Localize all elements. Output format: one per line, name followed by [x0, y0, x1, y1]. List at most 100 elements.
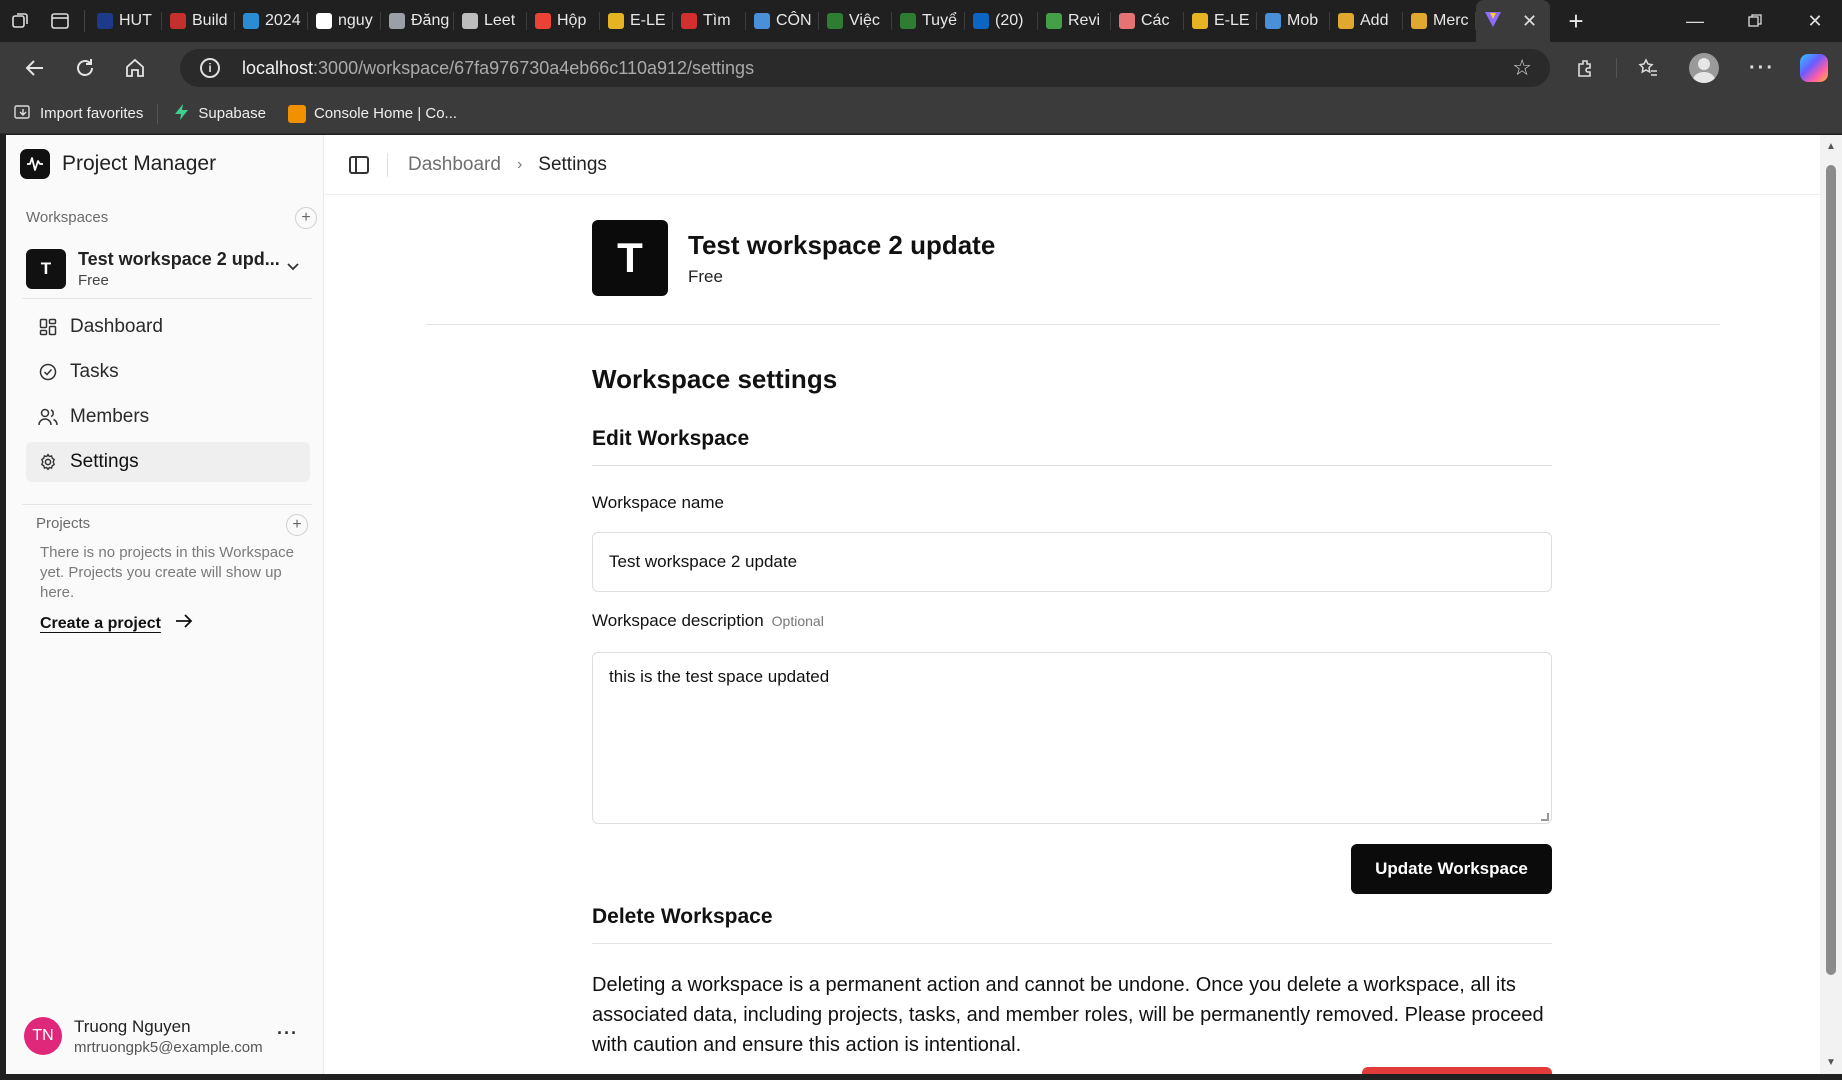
site-info-icon[interactable]: i	[200, 58, 220, 78]
home-icon[interactable]	[110, 46, 160, 90]
minimize-icon[interactable]: —	[1665, 0, 1725, 42]
browser-tab[interactable]: Hộp	[527, 0, 600, 42]
add-project-icon[interactable]: +	[286, 514, 308, 536]
browser-tab[interactable]: Build	[162, 0, 235, 42]
browser-tab[interactable]: (20)	[965, 0, 1038, 42]
page-scrollbar[interactable]: ▲ ▼	[1820, 135, 1842, 1074]
sidebar-item-tasks[interactable]: Tasks	[26, 352, 310, 392]
divider	[592, 465, 1552, 466]
browser-tab[interactable]: HUT	[89, 0, 162, 42]
close-tab-icon[interactable]: ✕	[1522, 11, 1537, 32]
browser-tab[interactable]: Add	[1330, 0, 1403, 42]
tab-label: E-LE	[1214, 12, 1250, 29]
url-text[interactable]: localhost:3000/workspace/67fa976730a4eb6…	[242, 58, 754, 79]
back-icon[interactable]	[10, 46, 60, 90]
favorite-import[interactable]: Import favorites	[14, 103, 143, 125]
address-bar[interactable]: i localhost:3000/workspace/67fa976730a4e…	[180, 49, 1550, 87]
user-card[interactable]: TN Truong Nguyen mrtruongpk5@example.com…	[24, 1011, 314, 1061]
delete-workspace-heading: Delete Workspace	[592, 905, 773, 928]
add-workspace-icon[interactable]: +	[295, 207, 317, 229]
refresh-icon[interactable]	[60, 46, 110, 90]
sidebar-item-members[interactable]: Members	[26, 397, 310, 437]
extensions-icon[interactable]	[1562, 46, 1610, 90]
aws-icon	[287, 104, 306, 123]
toolbar-separator	[1616, 58, 1617, 78]
scroll-down-icon[interactable]: ▼	[1825, 1057, 1837, 1068]
browser-tab[interactable]: Revi	[1038, 0, 1111, 42]
tab-favicon-icon	[608, 13, 624, 29]
delete-workspace-button[interactable]	[1362, 1067, 1552, 1074]
chevron-right-icon: ›	[516, 155, 523, 173]
update-workspace-button[interactable]: Update Workspace	[1351, 844, 1552, 894]
sidebar-item-label: Tasks	[70, 361, 119, 382]
sidebar-item-settings[interactable]: Settings	[26, 442, 310, 482]
tab-separator	[84, 10, 85, 32]
tab-favicon-icon	[1046, 13, 1062, 29]
create-project-link[interactable]: Create a project	[40, 614, 193, 633]
create-project-label: Create a project	[40, 614, 161, 632]
tab-label: Revi	[1068, 12, 1101, 29]
breadcrumb-dashboard[interactable]: Dashboard	[408, 154, 501, 176]
scrollbar-thumb[interactable]	[1826, 165, 1836, 975]
browser-tab[interactable]: Việc	[819, 0, 892, 42]
browser-tab[interactable]: Mob	[1257, 0, 1330, 42]
browser-tab[interactable]: nguy	[308, 0, 381, 42]
close-window-icon[interactable]: ✕	[1785, 0, 1842, 42]
browser-tab[interactable]: E-LE	[600, 0, 673, 42]
browser-tab[interactable]: Leet	[454, 0, 527, 42]
browser-tab[interactable]: Các	[1111, 0, 1184, 42]
restore-icon[interactable]	[1725, 0, 1785, 42]
more-options-icon[interactable]: ···	[1738, 46, 1786, 90]
tab-list: HUT Build 2024 nguy Đăng Leet Hộp E-LE Tìm CÔN Việ…	[89, 0, 1476, 42]
dashboard-icon	[38, 317, 58, 337]
tab-active[interactable]: ✕	[1476, 0, 1550, 42]
tab-label: E-LE	[630, 12, 666, 29]
divider	[22, 298, 312, 299]
tab-favicon-icon	[97, 13, 113, 29]
tab-favicon-icon	[754, 13, 770, 29]
tab-actions-icon[interactable]	[40, 0, 80, 42]
browser-tab[interactable]: 2024	[235, 0, 308, 42]
sidebar-item-label: Members	[70, 406, 150, 427]
workspaces-icon[interactable]	[0, 0, 40, 42]
browser-tab[interactable]: CÔN	[746, 0, 819, 42]
favorites-icon[interactable]	[1624, 46, 1672, 90]
tab-label: Add	[1360, 12, 1389, 29]
tab-label: Mob	[1287, 12, 1319, 29]
browser-tab[interactable]: Tuyể	[892, 0, 965, 42]
profile-avatar-icon	[1689, 53, 1719, 83]
tab-favicon-icon	[389, 13, 405, 29]
favorite-star-icon[interactable]: ☆	[1512, 55, 1532, 81]
more-horizontal-icon[interactable]: ···	[277, 1023, 298, 1044]
tab-favicon-icon	[681, 13, 697, 29]
toggle-sidebar-icon[interactable]	[349, 155, 369, 174]
tab-favicon-icon	[973, 13, 989, 29]
new-tab-button[interactable]: +	[1550, 0, 1602, 42]
projects-label: Projects	[36, 515, 91, 532]
divider	[426, 324, 1720, 325]
workspace-switcher[interactable]: T Test workspace 2 upd... Free	[22, 243, 312, 295]
profile-button[interactable]	[1680, 46, 1728, 90]
scroll-up-icon[interactable]: ▲	[1825, 141, 1837, 152]
projects-empty-message: There is no projects in this Workspace y…	[40, 544, 294, 601]
resize-handle-icon[interactable]	[1541, 813, 1549, 821]
divider	[592, 943, 1552, 944]
tab-favicon-icon	[1192, 13, 1208, 29]
favorite-aws-console[interactable]: Console Home | Co...	[287, 104, 458, 123]
browser-tab-strip: HUT Build 2024 nguy Đăng Leet Hộp E-LE Tìm CÔN Việ…	[0, 0, 1842, 42]
favorite-supabase[interactable]: Supabase	[174, 103, 266, 125]
app-viewport: Project Manager Workspaces + T Test work…	[6, 135, 1820, 1074]
workspace-description-textarea[interactable]: this is the test space updated	[592, 652, 1552, 824]
tab-label: HUT	[119, 12, 152, 29]
browser-tab[interactable]: Đăng	[381, 0, 454, 42]
brand[interactable]: Project Manager	[20, 149, 216, 179]
copilot-button[interactable]	[1790, 46, 1838, 90]
browser-tab[interactable]: E-LE	[1184, 0, 1257, 42]
browser-tab[interactable]: Merc	[1403, 0, 1476, 42]
sidebar-item-dashboard[interactable]: Dashboard	[26, 307, 310, 347]
description-label-text: Workspace description	[592, 611, 764, 630]
workspace-name-input[interactable]	[592, 532, 1552, 592]
user-email: mrtruongpk5@example.com	[74, 1038, 263, 1056]
favorite-label: Console Home | Co...	[313, 105, 458, 122]
browser-tab[interactable]: Tìm	[673, 0, 746, 42]
